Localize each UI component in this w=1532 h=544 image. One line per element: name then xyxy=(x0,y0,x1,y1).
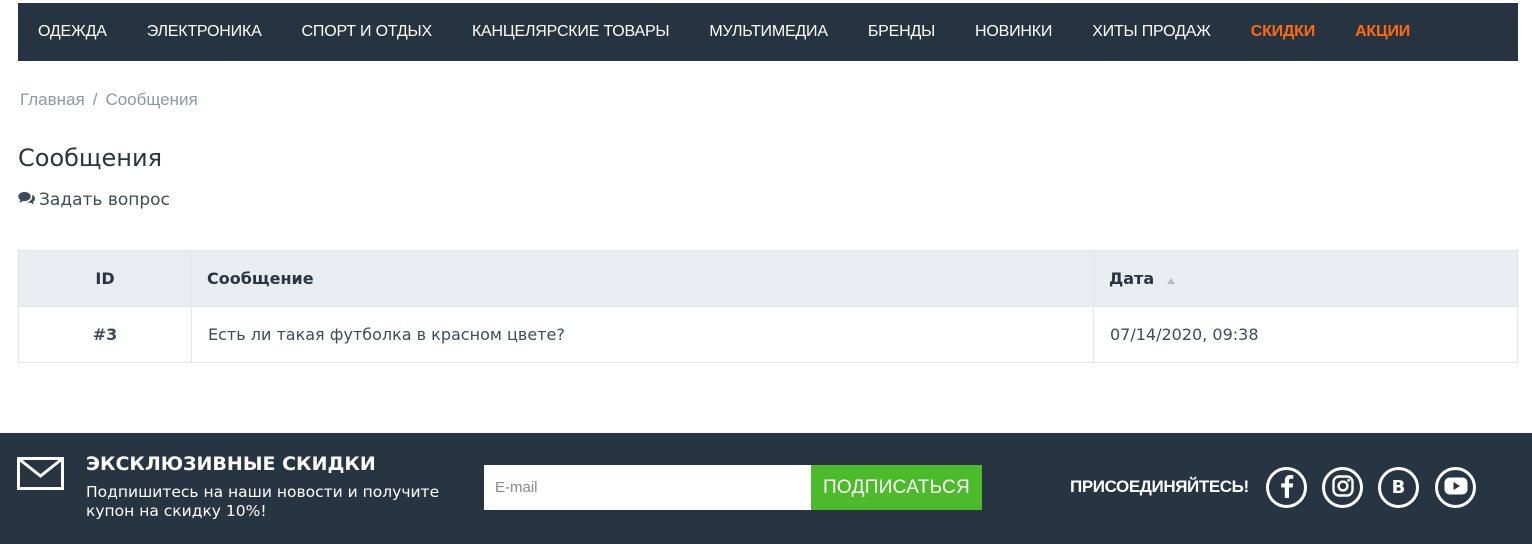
page-title: Сообщения xyxy=(18,144,163,172)
column-header-message[interactable]: Сообщение xyxy=(191,250,1094,307)
nav-item-discounts[interactable]: СКИДКИ xyxy=(1251,23,1315,41)
message-text[interactable]: Есть ли такая футболка в красном цвете? xyxy=(191,306,1094,363)
message-id[interactable]: #3 xyxy=(18,306,192,363)
table-header-row: ID Сообщение Дата xyxy=(18,250,1518,307)
column-header-date[interactable]: Дата xyxy=(1093,250,1518,307)
breadcrumb-current: Сообщения xyxy=(105,90,198,109)
ask-question-link[interactable]: Задать вопрос xyxy=(18,190,170,210)
breadcrumb-home[interactable]: Главная xyxy=(20,90,85,109)
sort-ascending-icon xyxy=(1166,270,1176,289)
nav-item-promotions[interactable]: АКЦИИ xyxy=(1355,23,1410,41)
nav-item-bestsellers[interactable]: ХИТЫ ПРОДАЖ xyxy=(1092,23,1211,41)
main-navigation: ОДЕЖДА ЭЛЕКТРОНИКА СПОРТ И ОТДЫХ КАНЦЕЛЯ… xyxy=(18,3,1518,61)
vk-icon: B xyxy=(1391,477,1406,498)
email-input[interactable] xyxy=(484,465,811,510)
nav-item-electronics[interactable]: ЭЛЕКТРОНИКА xyxy=(147,23,262,41)
footer: ЭКСКЛЮЗИВНЫЕ СКИДКИ Подпишитесь на наши … xyxy=(0,433,1532,544)
comments-icon xyxy=(18,190,39,210)
promo-text: Подпишитесь на наши новости и получите к… xyxy=(86,483,440,520)
breadcrumb-separator: / xyxy=(92,90,98,109)
ask-question-label: Задать вопрос xyxy=(39,190,170,210)
vk-link[interactable]: B xyxy=(1378,467,1419,508)
message-date: 07/14/2020, 09:38 xyxy=(1093,306,1518,363)
youtube-link[interactable] xyxy=(1435,467,1476,508)
instagram-link[interactable] xyxy=(1322,467,1363,508)
column-header-id[interactable]: ID xyxy=(18,250,192,307)
mail-icon xyxy=(17,457,64,494)
nav-item-stationery[interactable]: КАНЦЕЛЯРСКИЕ ТОВАРЫ xyxy=(472,23,670,41)
nav-item-multimedia[interactable]: МУЛЬТИМЕДИА xyxy=(709,23,828,41)
youtube-icon xyxy=(1444,477,1468,499)
breadcrumb: Главная / Сообщения xyxy=(20,90,198,110)
facebook-link[interactable] xyxy=(1266,467,1307,508)
column-header-date-label: Дата xyxy=(1109,268,1155,288)
promo-title: ЭКСКЛЮЗИВНЫЕ СКИДКИ xyxy=(86,453,376,475)
subscribe-button[interactable]: ПОДПИСАТЬСЯ xyxy=(811,465,982,510)
nav-item-new[interactable]: НОВИНКИ xyxy=(975,23,1052,41)
table-row[interactable]: #3 Есть ли такая футболка в красном цвет… xyxy=(18,306,1518,363)
facebook-icon xyxy=(1280,474,1294,502)
messages-table: ID Сообщение Дата #3 Есть ли такая футбо… xyxy=(18,250,1518,363)
nav-item-clothing[interactable]: ОДЕЖДА xyxy=(38,23,107,41)
nav-item-sport[interactable]: СПОРТ И ОТДЫХ xyxy=(302,23,433,41)
join-us-label: ПРИСОЕДИНЯЙТЕСЬ! xyxy=(1070,477,1249,496)
nav-item-brands[interactable]: БРЕНДЫ xyxy=(868,23,935,41)
instagram-icon xyxy=(1331,474,1354,501)
